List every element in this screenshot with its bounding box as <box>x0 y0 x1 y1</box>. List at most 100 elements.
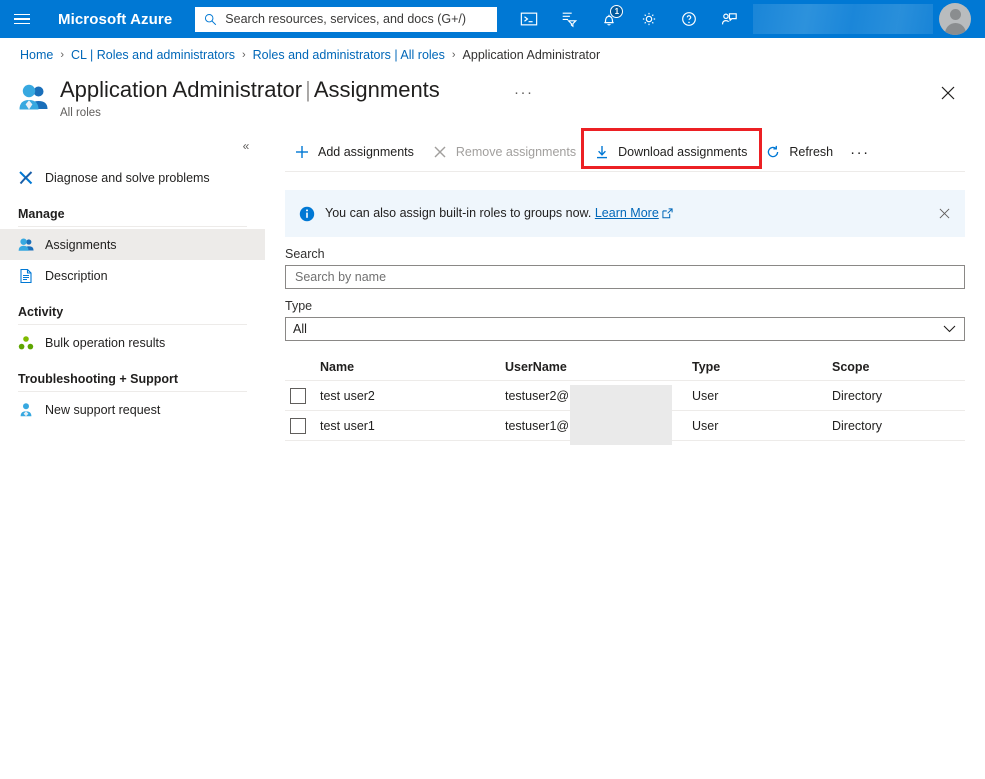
sidebar-item-label: Assignments <box>45 237 117 252</box>
row-select-cell[interactable] <box>285 387 320 404</box>
cell-username: testuser2@ <box>505 388 570 403</box>
info-banner-close-icon[interactable] <box>935 204 953 222</box>
page-title-primary: Application Administrator <box>60 77 303 102</box>
refresh-button[interactable]: Refresh <box>756 137 842 167</box>
global-search-input[interactable] <box>223 11 490 27</box>
search-field-label: Search <box>285 247 325 261</box>
bulk-operations-icon <box>18 335 34 351</box>
cell-username: testuser1@ <box>505 418 570 433</box>
notification-count-badge: 1 <box>610 5 624 18</box>
column-header-name[interactable]: Name <box>320 360 505 374</box>
page-title-section: Assignments <box>313 77 440 102</box>
cell-scope: Directory <box>832 388 883 403</box>
page-subtitle: All roles <box>60 107 101 119</box>
info-banner-text: You can also assign built-in roles to gr… <box>325 206 673 222</box>
role-members-icon <box>18 82 50 116</box>
refresh-icon <box>765 144 781 160</box>
cell-scope: Directory <box>832 418 883 433</box>
sidebar-collapse-button[interactable]: « <box>235 136 257 156</box>
row-select-cell[interactable] <box>285 417 320 434</box>
sidebar-item-description[interactable]: Description <box>0 260 265 291</box>
page-title-separator: | <box>305 77 311 102</box>
page-title-row: Application Administrator | Assignments Al… <box>18 76 440 119</box>
command-label: Download assignments <box>618 145 748 159</box>
blade-sidebar: « Diagnose and solve problems Manage Ass… <box>0 132 265 462</box>
assignments-people-icon <box>18 237 34 253</box>
cell-name: test user1 <box>320 418 375 433</box>
sidebar-item-new-support-request[interactable]: New support request <box>0 394 265 425</box>
directories-subscriptions-icon[interactable] <box>549 0 589 38</box>
search-icon <box>203 12 217 26</box>
column-header-username[interactable]: UserName <box>505 360 692 374</box>
table-row[interactable]: test user1 testuser1@ User Directory <box>285 411 965 441</box>
sidebar-item-diagnose-and-solve-problems[interactable]: Diagnose and solve problems <box>0 162 265 193</box>
cell-type: User <box>692 388 719 403</box>
page-title: Application Administrator | Assignments <box>60 76 440 104</box>
toolbar-divider <box>285 171 965 172</box>
sidebar-item-label: New support request <box>45 402 161 417</box>
sidebar-group-troubleshooting-support: Troubleshooting + Support <box>18 372 179 386</box>
close-icon[interactable] <box>937 82 959 104</box>
breadcrumb-item-all-roles[interactable]: Roles and administrators | All roles <box>253 48 445 62</box>
account-name-redacted[interactable] <box>753 4 934 34</box>
toolbar-more-button[interactable]: ··· <box>842 137 878 167</box>
command-label: Refresh <box>789 145 834 159</box>
info-banner-message: You can also assign built-in roles to gr… <box>325 205 592 220</box>
notifications-bell-icon[interactable]: 1 <box>589 0 629 38</box>
row-checkbox[interactable] <box>290 417 306 434</box>
row-checkbox[interactable] <box>290 387 306 404</box>
breadcrumb: Home › CL | Roles and administrators › R… <box>20 48 600 62</box>
sidebar-item-bulk-operation-results[interactable]: Bulk operation results <box>0 327 265 358</box>
type-field-label: Type <box>285 299 313 313</box>
top-bar-icon-group: 1 <box>509 0 979 38</box>
chevron-down-icon <box>943 322 956 336</box>
command-label: Remove assignments <box>455 145 577 159</box>
info-circle-icon <box>299 206 315 222</box>
breadcrumb-item-home[interactable]: Home <box>20 48 53 62</box>
breadcrumb-chevron-icon: › <box>241 49 246 61</box>
blade-content: Add assignments Remove assignments Downl… <box>285 128 965 445</box>
cell-type: User <box>692 418 719 433</box>
external-link-icon[interactable] <box>662 207 673 222</box>
sidebar-group-manage: Manage <box>18 207 65 221</box>
settings-gear-icon[interactable] <box>629 0 669 38</box>
sidebar-item-label: Diagnose and solve problems <box>45 170 210 185</box>
search-input-wrapper[interactable] <box>285 265 965 289</box>
command-toolbar: Add assignments Remove assignments Downl… <box>285 128 965 172</box>
type-filter-value: All <box>293 322 307 336</box>
description-document-icon <box>18 268 34 284</box>
sidebar-item-label: Bulk operation results <box>45 335 166 350</box>
table-header-row: Name UserName Type Scope <box>285 353 965 381</box>
cell-name: test user2 <box>320 388 375 403</box>
cloud-shell-icon[interactable] <box>509 0 549 38</box>
support-person-icon <box>18 402 34 418</box>
page-more-menu-button[interactable]: ··· <box>514 84 534 101</box>
top-navigation-bar: Microsoft Azure 1 <box>0 0 985 38</box>
remove-assignments-button: Remove assignments <box>423 137 585 167</box>
wrench-screwdriver-icon <box>18 170 34 186</box>
column-header-scope[interactable]: Scope <box>832 360 965 374</box>
column-header-type[interactable]: Type <box>692 360 832 374</box>
help-question-icon[interactable] <box>669 0 709 38</box>
sidebar-item-assignments[interactable]: Assignments <box>0 229 265 260</box>
info-banner: You can also assign built-in roles to gr… <box>285 190 965 237</box>
command-label: Add assignments <box>318 145 414 159</box>
hamburger-icon[interactable] <box>0 0 44 38</box>
add-assignments-button[interactable]: Add assignments <box>285 137 423 167</box>
sidebar-divider <box>18 324 247 325</box>
learn-more-link[interactable]: Learn More <box>595 206 659 220</box>
sidebar-group-activity: Activity <box>18 305 64 319</box>
azure-brand-link[interactable]: Microsoft Azure <box>58 11 172 28</box>
global-search-box[interactable] <box>195 6 498 32</box>
breadcrumb-item-roles-and-administrators[interactable]: CL | Roles and administrators <box>71 48 235 62</box>
search-input[interactable] <box>293 269 957 285</box>
download-assignments-button[interactable]: Download assignments <box>585 137 756 167</box>
download-icon <box>594 144 610 160</box>
sidebar-divider <box>18 226 247 227</box>
type-filter-dropdown[interactable]: All <box>285 317 965 341</box>
plus-icon <box>294 144 310 160</box>
table-row[interactable]: test user2 testuser2@ User Directory <box>285 381 965 411</box>
breadcrumb-item-application-administrator: Application Administrator <box>462 48 601 62</box>
feedback-icon[interactable] <box>709 0 749 38</box>
avatar[interactable] <box>939 3 972 35</box>
